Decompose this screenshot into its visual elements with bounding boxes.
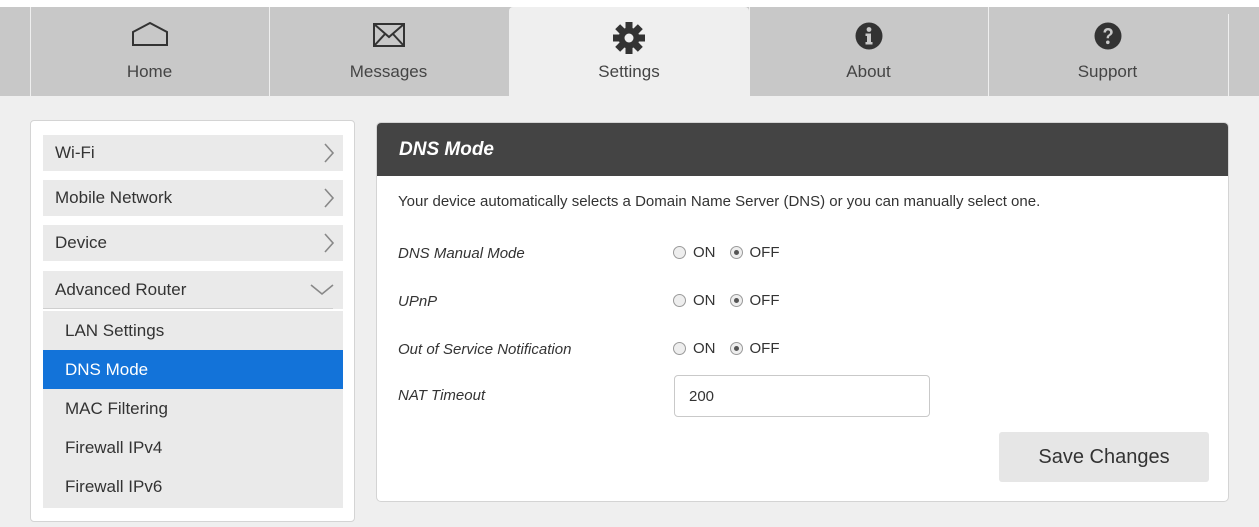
sidebar-item-device[interactable]: Device (43, 225, 343, 261)
tab-messages-label: Messages (349, 62, 428, 81)
nat-timeout-input[interactable] (674, 375, 930, 417)
radio-label-off: OFF (749, 340, 780, 357)
radio-label-on: ON (693, 244, 716, 261)
upnp-off-radio[interactable] (729, 294, 743, 307)
top-navigation: Home Messages Settings About Support (0, 0, 1259, 96)
submenu-divider (43, 308, 333, 309)
out-of-service-on-radio[interactable] (673, 342, 686, 355)
gear-icon (509, 21, 749, 54)
chevron-right-icon (323, 225, 335, 261)
chevron-down-icon (309, 271, 335, 309)
out-of-service-radio-group: ON OFF (673, 340, 794, 357)
radio-label-off: OFF (749, 292, 780, 309)
sidebar-item-lan-settings[interactable]: LAN Settings (43, 311, 343, 350)
home-icon (31, 21, 268, 53)
out-of-service-on-option[interactable]: ON (673, 340, 716, 357)
chevron-right-icon (323, 135, 335, 171)
dns-manual-mode-off-radio[interactable] (729, 246, 743, 259)
sidebar-item-label: Device (55, 233, 107, 252)
out-of-service-notification-label: Out of Service Notification (398, 341, 572, 358)
tab-home[interactable]: Home (30, 7, 268, 96)
sidebar-item-label: Mobile Network (55, 188, 173, 207)
tab-home-label: Home (126, 62, 173, 81)
out-of-service-off-radio[interactable] (729, 342, 743, 355)
dns-mode-panel: DNS Mode Your device automatically selec… (376, 122, 1229, 502)
envelope-icon (270, 21, 507, 53)
tab-settings-label: Settings (598, 62, 660, 81)
sidebar-item-firewall-ipv6[interactable]: Firewall IPv6 (43, 467, 343, 506)
tab-messages[interactable]: Messages (269, 7, 507, 96)
panel-description: Your device automatically selects a Doma… (398, 193, 1041, 210)
dns-manual-mode-off-option[interactable]: OFF (729, 244, 780, 261)
sidebar-item-mobile-network[interactable]: Mobile Network (43, 180, 343, 216)
chevron-right-icon (323, 180, 335, 216)
upnp-off-option[interactable]: OFF (729, 292, 780, 309)
radio-label-off: OFF (749, 244, 780, 261)
upnp-label: UPnP (398, 293, 438, 310)
dns-manual-mode-radio-group: ON OFF (673, 244, 794, 261)
question-icon (989, 21, 1226, 53)
upnp-radio-group: ON OFF (673, 292, 794, 309)
radio-label-on: ON (693, 292, 716, 309)
sidebar-item-wifi[interactable]: Wi-Fi (43, 135, 343, 171)
out-of-service-off-option[interactable]: OFF (729, 340, 780, 357)
save-changes-button[interactable]: Save Changes (999, 432, 1209, 482)
sidebar-item-dns-mode[interactable]: DNS Mode (43, 350, 343, 389)
advanced-router-submenu: LAN Settings DNS Mode MAC Filtering Fire… (43, 311, 343, 508)
sidebar-item-advanced-router[interactable]: Advanced Router (43, 271, 343, 309)
sidebar-item-label: Advanced Router (55, 280, 187, 299)
tab-about-label: About (846, 62, 891, 81)
nat-timeout-label: NAT Timeout (398, 387, 486, 404)
nav-divider (1228, 14, 1229, 96)
tab-support-label: Support (1077, 62, 1138, 81)
tab-support[interactable]: Support (988, 7, 1226, 96)
dns-manual-mode-on-radio[interactable] (673, 246, 686, 259)
upnp-on-radio[interactable] (673, 294, 686, 307)
upnp-on-option[interactable]: ON (673, 292, 716, 309)
sidebar-item-firewall-ipv4[interactable]: Firewall IPv4 (43, 428, 343, 467)
panel-title: DNS Mode (377, 123, 1228, 176)
sidebar-item-label: Wi-Fi (55, 143, 95, 162)
info-icon (750, 21, 987, 53)
dns-manual-mode-on-option[interactable]: ON (673, 244, 716, 261)
tab-settings[interactable]: Settings (509, 7, 749, 96)
dns-manual-mode-label: DNS Manual Mode (398, 245, 525, 262)
tab-about[interactable]: About (749, 7, 987, 96)
settings-sidebar: Wi-Fi Mobile Network Device Advanced Rou… (30, 120, 355, 522)
radio-label-on: ON (693, 340, 716, 357)
sidebar-item-mac-filtering[interactable]: MAC Filtering (43, 389, 343, 428)
